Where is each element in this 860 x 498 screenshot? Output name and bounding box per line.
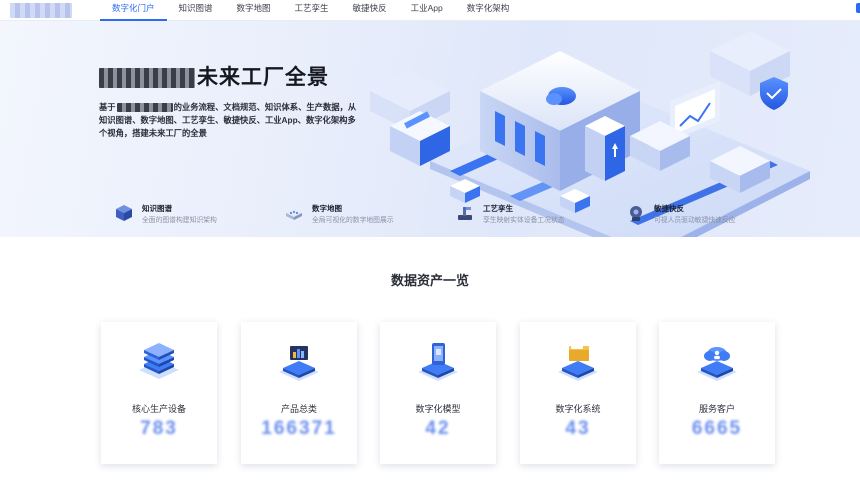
asset-label: 数字化模型 — [415, 404, 461, 414]
asset-card-core-equipment[interactable]: 核心生产设备 783 — [101, 322, 217, 464]
tab-industrial-app[interactable]: 工业App — [399, 0, 455, 21]
feature-agile-response[interactable]: 敏捷快反 可视人员驱动敏捷快速反应 — [626, 201, 776, 229]
asset-value: 783 — [140, 418, 178, 439]
robot-arm-icon — [458, 207, 472, 220]
cloud-users-icon — [697, 347, 737, 381]
redacted-company-name — [99, 68, 195, 89]
nav-tabs: 数字化门户 知识图谱 数字地图 工艺孪生 敏捷快反 工业App 数字化架构 — [100, 0, 521, 21]
user-menu-edge[interactable] — [856, 3, 860, 13]
hero-title: 未来工厂全景 — [99, 61, 329, 91]
asset-label: 核心生产设备 — [131, 404, 186, 414]
folder-system-icon — [558, 344, 598, 381]
server-stack-icon — [139, 343, 179, 379]
chart-monitor-icon — [279, 346, 319, 381]
brand-logo[interactable] — [10, 3, 72, 18]
hero-banner: 未来工厂全景 基于 的业务流程、文档规范、知识体系、生产数据，从知识图谱、数字地图… — [0, 21, 860, 237]
feature-knowledge-graph[interactable]: 知识图谱 全面的图谱构建知识架构 — [114, 201, 264, 229]
asset-value: 166371 — [261, 418, 337, 439]
map-device-icon — [286, 209, 302, 220]
section-title: 数据资产一览 — [390, 273, 469, 288]
top-nav: 数字化门户 知识图谱 数字地图 工艺孪生 敏捷快反 工业App 数字化架构 — [0, 0, 860, 21]
asset-value: 6665 — [691, 418, 743, 439]
asset-card-digital-models[interactable]: 数字化模型 42 — [380, 322, 496, 464]
asset-card-product-categories[interactable]: 产品总类 166371 — [241, 322, 357, 464]
asset-label: 数字化系统 — [555, 404, 601, 414]
tab-knowledge-graph[interactable]: 知识图谱 — [167, 0, 225, 21]
feature-digital-map[interactable]: 数字地图 全局可视化的数字地图展示 — [284, 201, 434, 229]
redacted-text — [116, 103, 173, 113]
tab-digital-architecture[interactable]: 数字化架构 — [455, 0, 522, 21]
tab-process-twin[interactable]: 工艺孪生 — [283, 0, 341, 21]
tab-agile-response[interactable]: 敏捷快反 — [341, 0, 399, 21]
asset-value: 43 — [565, 418, 591, 439]
asset-label: 产品总类 — [280, 404, 317, 414]
tab-digital-portal[interactable]: 数字化门户 — [100, 0, 167, 21]
feature-process-twin[interactable]: 工艺孪生 孪生映射实体设备工况状态 — [455, 201, 605, 229]
phone-model-icon — [418, 343, 458, 381]
asset-card-digital-systems[interactable]: 数字化系统 43 — [520, 322, 636, 464]
asset-label: 服务客户 — [698, 404, 735, 414]
hero-description: 基于 的业务流程、文档规范、知识体系、生产数据，从知识图谱、数字地图、工艺孪生、敏… — [99, 102, 357, 138]
asset-value: 42 — [425, 418, 451, 439]
tab-digital-map[interactable]: 数字地图 — [225, 0, 283, 21]
gear-head-icon — [630, 206, 642, 221]
asset-card-customers[interactable]: 服务客户 6665 — [659, 322, 775, 464]
cube-icon — [116, 205, 132, 221]
